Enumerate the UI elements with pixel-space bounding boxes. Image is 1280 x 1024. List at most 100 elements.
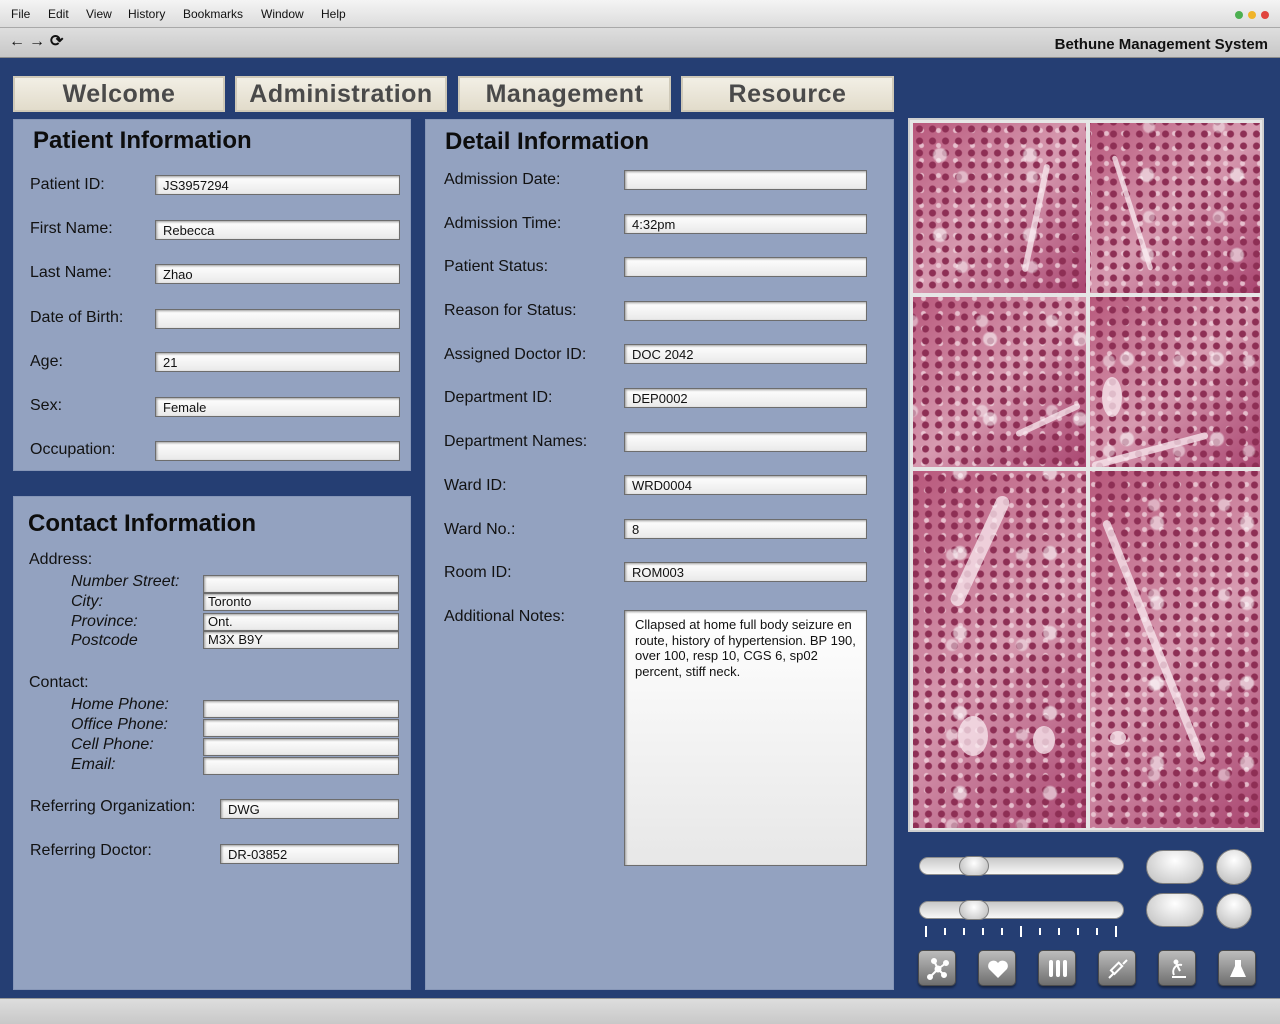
tissue-image-tile[interactable]: [1090, 297, 1260, 467]
cell-phone-label: Cell Phone:: [71, 736, 154, 753]
admission-date-field[interactable]: [624, 170, 867, 190]
city-field[interactable]: Toronto: [203, 593, 399, 611]
image-slider-2[interactable]: [919, 900, 1124, 920]
office-phone-field[interactable]: [203, 719, 399, 737]
menu-window[interactable]: Window: [261, 7, 304, 21]
menu-edit[interactable]: Edit: [48, 7, 69, 21]
detail-information-title: Detail Information: [445, 128, 650, 155]
tab-administration[interactable]: Administration: [235, 76, 447, 112]
zoom-window-button[interactable]: [1235, 11, 1243, 19]
menu-bookmarks[interactable]: Bookmarks: [183, 7, 243, 21]
email-label: Email:: [71, 756, 116, 773]
admission-time-field[interactable]: 4:32pm: [624, 214, 867, 234]
syringe-icon[interactable]: [1098, 950, 1136, 986]
tab-resource[interactable]: Resource: [681, 76, 894, 112]
first-name-field[interactable]: Rebecca: [155, 220, 400, 240]
menu-help[interactable]: Help: [321, 7, 346, 21]
round-button-1[interactable]: [1216, 849, 1252, 885]
age-field[interactable]: 21: [155, 352, 400, 372]
referring-doctor-label: Referring Doctor:: [30, 842, 152, 859]
image-slider-1[interactable]: [919, 856, 1124, 876]
date-of-birth-field[interactable]: [155, 309, 400, 329]
reason-for-status-field[interactable]: [624, 301, 867, 321]
referring-organization-field[interactable]: DWG: [220, 799, 399, 819]
occupation-label: Occupation:: [30, 441, 116, 458]
tissue-image-tile[interactable]: [913, 123, 1086, 293]
home-phone-label: Home Phone:: [71, 696, 169, 713]
ward-id-label: Ward ID:: [444, 477, 507, 494]
department-id-label: Department ID:: [444, 389, 553, 406]
date-of-birth-label: Date of Birth:: [30, 309, 124, 326]
room-id-field[interactable]: ROM003: [624, 562, 867, 582]
back-arrow-icon[interactable]: ←: [9, 33, 25, 51]
detail-information-panel: Detail Information Admission Date: Admis…: [425, 119, 894, 990]
age-label: Age:: [30, 353, 63, 370]
slider-tick: [1115, 926, 1117, 937]
referring-doctor-field[interactable]: DR-03852: [220, 844, 399, 864]
email-field[interactable]: [203, 757, 399, 775]
number-street-label: Number Street:: [71, 573, 180, 590]
ward-no-field[interactable]: 8: [624, 519, 867, 539]
browser-toolbar: ← → ⟳ Bethune Management System: [0, 28, 1280, 58]
contact-information-panel: Contact Information Address: Number Stre…: [13, 496, 411, 990]
menu-file[interactable]: File: [11, 7, 30, 21]
address-label: Address:: [29, 551, 93, 568]
heart-icon[interactable]: [978, 950, 1016, 986]
occupation-field[interactable]: [155, 441, 400, 461]
postcode-field[interactable]: M3X B9Y: [203, 631, 399, 649]
additional-notes-textarea[interactable]: Cllapsed at home full body seizure en ro…: [624, 610, 867, 866]
test-tubes-icon[interactable]: [1038, 950, 1076, 986]
pill-button-1[interactable]: [1146, 850, 1204, 884]
cell-phone-field[interactable]: [203, 738, 399, 756]
menu-view[interactable]: View: [86, 7, 112, 21]
tissue-image-viewer[interactable]: [908, 118, 1264, 832]
department-id-field[interactable]: DEP0002: [624, 388, 867, 408]
sex-field[interactable]: Female: [155, 397, 400, 417]
close-window-button[interactable]: [1261, 11, 1269, 19]
minimize-window-button[interactable]: [1248, 11, 1256, 19]
slider-2-knob[interactable]: [959, 900, 989, 920]
pill-button-2[interactable]: [1146, 893, 1204, 927]
tissue-image-tile[interactable]: [1090, 471, 1260, 828]
slider-tick: [1096, 928, 1098, 935]
assigned-doctor-id-label: Assigned Doctor ID:: [444, 346, 587, 363]
last-name-label: Last Name:: [30, 264, 112, 281]
last-name-field[interactable]: Zhao: [155, 264, 400, 284]
slider-1-knob[interactable]: [959, 856, 989, 876]
patient-status-label: Patient Status:: [444, 258, 549, 275]
number-street-field[interactable]: [203, 575, 399, 593]
department-names-field[interactable]: [624, 432, 867, 452]
molecule-icon[interactable]: [918, 950, 956, 986]
contact-information-title: Contact Information: [28, 510, 256, 537]
tab-management[interactable]: Management: [458, 76, 671, 112]
tissue-image-tile[interactable]: [1090, 123, 1260, 293]
reload-icon[interactable]: ⟳: [50, 33, 63, 51]
microscope-icon[interactable]: [1158, 950, 1196, 986]
round-button-2[interactable]: [1216, 893, 1252, 929]
assigned-doctor-id-field[interactable]: DOC 2042: [624, 344, 867, 364]
additional-notes-label: Additional Notes:: [444, 608, 565, 625]
app-title: Bethune Management System: [1054, 36, 1268, 53]
office-phone-label: Office Phone:: [71, 716, 168, 733]
menu-history[interactable]: History: [128, 7, 165, 21]
home-phone-field[interactable]: [203, 700, 399, 718]
slider-tick: [1077, 928, 1079, 935]
postcode-label: Postcode: [71, 632, 138, 649]
admission-time-label: Admission Time:: [444, 215, 562, 232]
tissue-image-tile[interactable]: [913, 297, 1086, 467]
city-label: City:: [71, 593, 103, 610]
tissue-image-tile[interactable]: [913, 471, 1086, 828]
flask-icon[interactable]: [1218, 950, 1256, 986]
forward-arrow-icon[interactable]: →: [29, 33, 45, 51]
department-names-label: Department Names:: [444, 433, 588, 450]
slider-tick: [944, 928, 946, 935]
province-field[interactable]: Ont.: [203, 613, 399, 631]
referring-organization-label: Referring Organization:: [30, 798, 196, 815]
slider-tick: [925, 926, 927, 937]
tab-welcome[interactable]: Welcome: [13, 76, 225, 112]
patient-id-field[interactable]: JS3957294: [155, 175, 400, 195]
ward-id-field[interactable]: WRD0004: [624, 475, 867, 495]
contact-label: Contact:: [29, 674, 89, 691]
patient-status-field[interactable]: [624, 257, 867, 277]
menu-bar: File Edit View History Bookmarks Window …: [0, 0, 1280, 28]
